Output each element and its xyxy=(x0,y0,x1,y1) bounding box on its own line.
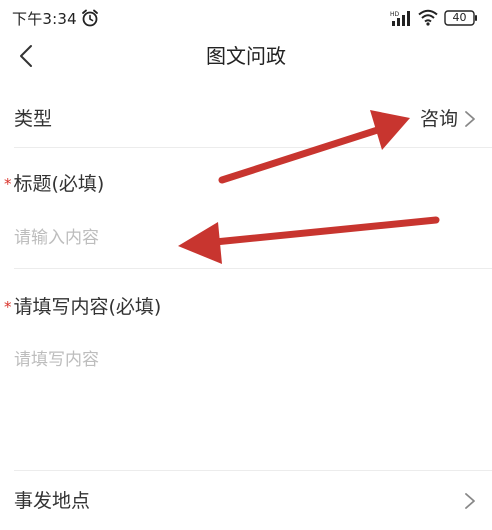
title-field-label: * 标题(必填) xyxy=(4,172,104,196)
network-type-label: HD xyxy=(390,11,400,18)
type-label: 类型 xyxy=(14,108,53,130)
location-row[interactable]: 事发地点 xyxy=(0,478,492,524)
type-value: 咨询 xyxy=(419,108,458,130)
cellular-signal-icon: HD xyxy=(390,11,410,26)
chevron-right-icon xyxy=(465,111,475,127)
back-chevron-icon xyxy=(20,45,32,67)
back-button[interactable] xyxy=(12,40,40,72)
divider xyxy=(14,470,492,471)
content-textarea[interactable] xyxy=(14,348,474,458)
title-label-text: 标题(必填) xyxy=(13,173,105,195)
required-marker: * xyxy=(4,298,12,316)
title-input[interactable] xyxy=(14,224,474,252)
divider xyxy=(14,268,492,269)
chevron-right-icon xyxy=(465,493,475,509)
status-time: 下午3:34 xyxy=(12,10,77,28)
battery-level: 40 xyxy=(452,11,467,24)
content-label-text: 请填写内容(必填) xyxy=(13,296,162,318)
location-label: 事发地点 xyxy=(14,490,91,512)
nav-bar: 图文问政 xyxy=(0,36,492,76)
divider xyxy=(14,147,492,148)
page-title: 图文问政 xyxy=(206,44,286,68)
content-field-label: * 请填写内容(必填) xyxy=(4,295,161,319)
required-marker: * xyxy=(4,175,12,193)
wifi-icon xyxy=(418,9,438,26)
type-selector-row[interactable]: 类型 咨询 xyxy=(0,96,492,142)
alarm-clock-icon xyxy=(82,9,98,27)
status-bar: 下午3:34 HD 40 xyxy=(0,0,492,36)
